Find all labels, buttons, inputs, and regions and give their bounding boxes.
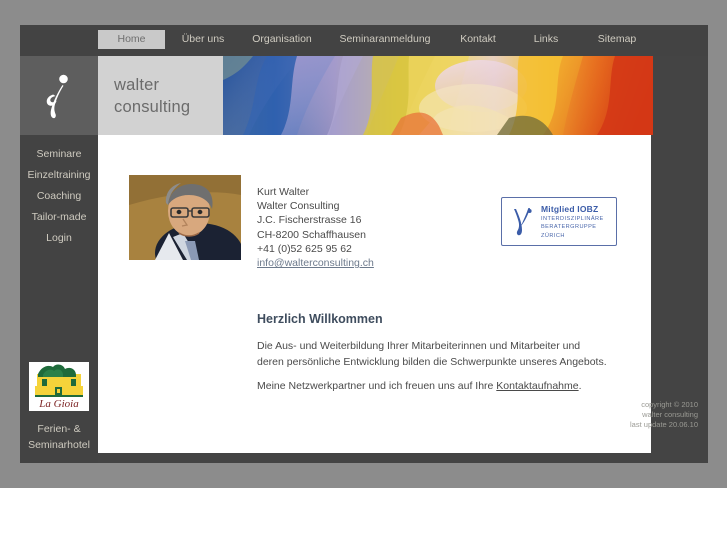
nav-item-kontakt[interactable]: Kontakt: [448, 30, 508, 49]
logo-line-walter: walter: [114, 76, 160, 94]
intro-paragraph-line-1: Die Aus- und Weiterbildung Ihrer Mitarbe…: [257, 340, 581, 352]
header-band: walter consulting: [20, 56, 708, 135]
contact-phone: +41 (0)52 625 95 62: [257, 242, 352, 255]
iobz-title: Mitglied IOBZ: [541, 204, 599, 214]
kontaktaufnahme-link[interactable]: Kontaktaufnahme: [496, 380, 578, 392]
contact-company: Walter Consulting: [257, 200, 340, 213]
contact-email-link[interactable]: info@walterconsulting.ch: [257, 257, 374, 269]
nav-item-seminaranmeldung[interactable]: Seminaranmeldung: [330, 30, 440, 49]
top-navigation: Home Über uns Organisation Seminaranmeld…: [20, 25, 708, 56]
logo-mark-container[interactable]: [20, 56, 98, 135]
copyright-year: copyright © 2010: [641, 400, 698, 409]
iobz-subtitle-3: Zürich: [541, 232, 565, 239]
intro-paragraph-line-2: deren persönliche Entwicklung bilden die…: [257, 356, 607, 368]
last-update: last update 20.06.10: [630, 420, 698, 429]
sidebar-item-seminare[interactable]: Seminare: [20, 148, 98, 160]
iobz-figure-icon: [514, 208, 532, 236]
la-gioia-logo[interactable]: La Gioia: [29, 362, 89, 411]
portrait-photo-kurt-walter: [129, 175, 241, 260]
logo-wordmark[interactable]: walter consulting: [98, 56, 223, 135]
contact-invitation-paragraph: Meine Netzwerkpartner und ich freuen uns…: [257, 380, 582, 392]
iobz-subtitle-2: Beratergruppe: [541, 224, 597, 231]
contact-details: Kurt Walter Walter Consulting J.C. Fisch…: [257, 185, 374, 270]
sidebar-item-einzeltraining[interactable]: Einzeltraining: [20, 169, 98, 181]
copyright-company: walter consulting: [642, 410, 698, 419]
svg-text:La Gioia: La Gioia: [38, 398, 79, 410]
nav-item-links[interactable]: Links: [522, 30, 570, 49]
sidebar: Seminare Einzeltraining Coaching Tailor-…: [20, 135, 98, 463]
iobz-badge-text: Mitglied IOBZ Interdisziplinäre Beraterg…: [541, 204, 604, 239]
screenshot-root: Home Über uns Organisation Seminaranmeld…: [0, 0, 727, 545]
iobz-membership-badge: Mitglied IOBZ Interdisziplinäre Beraterg…: [501, 197, 617, 246]
contact-invitation-suffix: .: [578, 380, 582, 392]
sidebar-item-login[interactable]: Login: [20, 232, 98, 244]
nav-item-sitemap[interactable]: Sitemap: [586, 30, 648, 49]
la-gioia-villa-icon: La Gioia: [29, 362, 89, 411]
sidebar-item-tailor-made[interactable]: Tailor-made: [20, 211, 98, 223]
iobz-subtitle-1: Interdisziplinäre: [541, 216, 604, 223]
nav-item-organisation[interactable]: Organisation: [242, 30, 322, 49]
sidebar-item-coaching[interactable]: Coaching: [20, 190, 98, 202]
contact-street: J.C. Fischerstrasse 16: [257, 214, 362, 227]
site-frame: Home Über uns Organisation Seminaranmeld…: [20, 25, 708, 463]
page-title: Herzlich Willkommen: [257, 312, 383, 326]
contact-city: CH-8200 Schaffhausen: [257, 228, 366, 241]
contact-name: Kurt Walter: [257, 186, 310, 198]
header-banner-image: [223, 56, 653, 135]
footer-copyright: copyright © 2010 walter consulting last …: [548, 400, 698, 430]
nav-item-ueber-uns[interactable]: Über uns: [172, 30, 234, 49]
nav-item-home[interactable]: Home: [98, 30, 165, 49]
la-gioia-caption-line1: Ferien- &: [37, 423, 81, 435]
contact-invitation-prefix: Meine Netzwerkpartner und ich freuen uns…: [257, 380, 497, 392]
logo-line-consulting: consulting: [114, 98, 191, 116]
la-gioia-caption-line2: Seminarhotel: [28, 439, 90, 451]
walter-consulting-figure-icon: [46, 74, 68, 118]
